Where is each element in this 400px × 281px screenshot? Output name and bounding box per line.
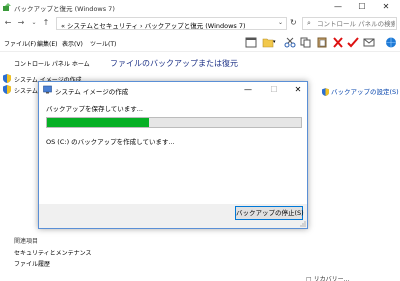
maximize-button[interactable]: ☐ xyxy=(352,2,372,12)
search-icon: ⌕ xyxy=(307,19,311,27)
dialog-titlebar: システム イメージの作成 — ☐ ✕ xyxy=(39,82,307,97)
dialog-title: システム イメージの作成 xyxy=(55,88,129,96)
resize-grip-icon[interactable] xyxy=(300,221,306,227)
progress-fill xyxy=(47,118,149,127)
progress-bar xyxy=(46,117,302,128)
help-globe-icon[interactable] xyxy=(385,37,397,48)
backup-settings-label: バックアップの設定(S) xyxy=(331,88,399,96)
menu-view[interactable]: 表示(V) xyxy=(62,39,83,48)
backup-settings-link[interactable]: バックアップの設定(S) xyxy=(322,86,399,96)
back-arrow-icon[interactable]: ← xyxy=(3,18,13,28)
cut-icon[interactable] xyxy=(284,37,296,48)
address-row: ← → ⌄ ↑ « システムとセキュリティ › バックアップと復元 (Windo… xyxy=(0,14,400,33)
security-maintenance-link[interactable]: セキュリティとメンテナンス xyxy=(14,248,92,257)
file-history-link[interactable]: ファイル履歴 xyxy=(14,259,50,268)
backup-app-icon xyxy=(3,3,11,11)
stop-backup-button[interactable]: バックアップの停止(S) xyxy=(235,206,304,220)
dialog-maximize-button: ☐ xyxy=(270,85,278,94)
recovery-fragment: □ リカバリー... xyxy=(306,276,350,281)
shield-icon xyxy=(3,74,11,83)
address-dropdown-icon[interactable]: ⌄ xyxy=(278,19,283,26)
window-titlebar: バックアップと復元 (Windows 7) — ☐ ✕ xyxy=(0,0,400,14)
menu-bar: ファイル(F) 編集(E) 表示(V) ツール(T) ▾ xyxy=(0,33,400,52)
menu-tools[interactable]: ツール(T) xyxy=(90,39,116,48)
see-also-heading: 関連項目 xyxy=(14,238,39,245)
shield-icon xyxy=(3,85,11,94)
search-box[interactable]: ⌕ xyxy=(302,17,397,30)
refresh-icon[interactable]: ↻ xyxy=(290,18,300,28)
up-arrow-icon[interactable]: ↑ xyxy=(41,18,51,28)
window-title: バックアップと復元 (Windows 7) xyxy=(14,5,115,13)
mail-icon[interactable] xyxy=(363,37,375,48)
dialog-body: バックアップを保存しています... OS (C:) のバックアップを作成していま… xyxy=(39,97,307,204)
delete-icon[interactable] xyxy=(332,37,344,48)
copy-icon[interactable] xyxy=(300,37,312,48)
control-panel-home-link[interactable]: コントロール パネル ホーム xyxy=(14,59,90,68)
shield-icon xyxy=(322,88,329,96)
menu-edit[interactable]: 編集(E) xyxy=(37,39,57,48)
dialog-minimize-button[interactable]: — xyxy=(239,84,257,95)
search-input[interactable] xyxy=(317,19,395,29)
checkmark-icon[interactable] xyxy=(347,37,359,48)
minimize-button[interactable]: — xyxy=(328,2,348,12)
address-bar[interactable]: « システムとセキュリティ › バックアップと復元 (Windows 7) ⌄ xyxy=(56,17,287,30)
close-button[interactable]: ✕ xyxy=(376,2,396,12)
detail-text: OS (C:) のバックアップを作成しています... xyxy=(46,138,175,146)
page-title: ファイルのバックアップまたは復元 xyxy=(110,59,238,68)
forward-arrow-icon[interactable]: → xyxy=(16,18,26,28)
system-repair-disc-link[interactable]: システム xyxy=(14,86,38,95)
menu-file[interactable]: ファイル(F) xyxy=(4,39,36,48)
status-text: バックアップを保存しています... xyxy=(46,105,144,113)
system-image-icon xyxy=(43,85,52,94)
window-icon[interactable] xyxy=(245,37,257,48)
history-dropdown-icon[interactable]: ⌄ xyxy=(29,18,39,28)
create-system-image-dialog: システム イメージの作成 — ☐ ✕ バックアップを保存しています... OS … xyxy=(38,81,308,229)
dialog-close-button[interactable]: ✕ xyxy=(289,84,307,95)
paste-icon[interactable] xyxy=(316,37,328,48)
breadcrumb[interactable]: « システムとセキュリティ › バックアップと復元 (Windows 7) xyxy=(61,20,246,30)
